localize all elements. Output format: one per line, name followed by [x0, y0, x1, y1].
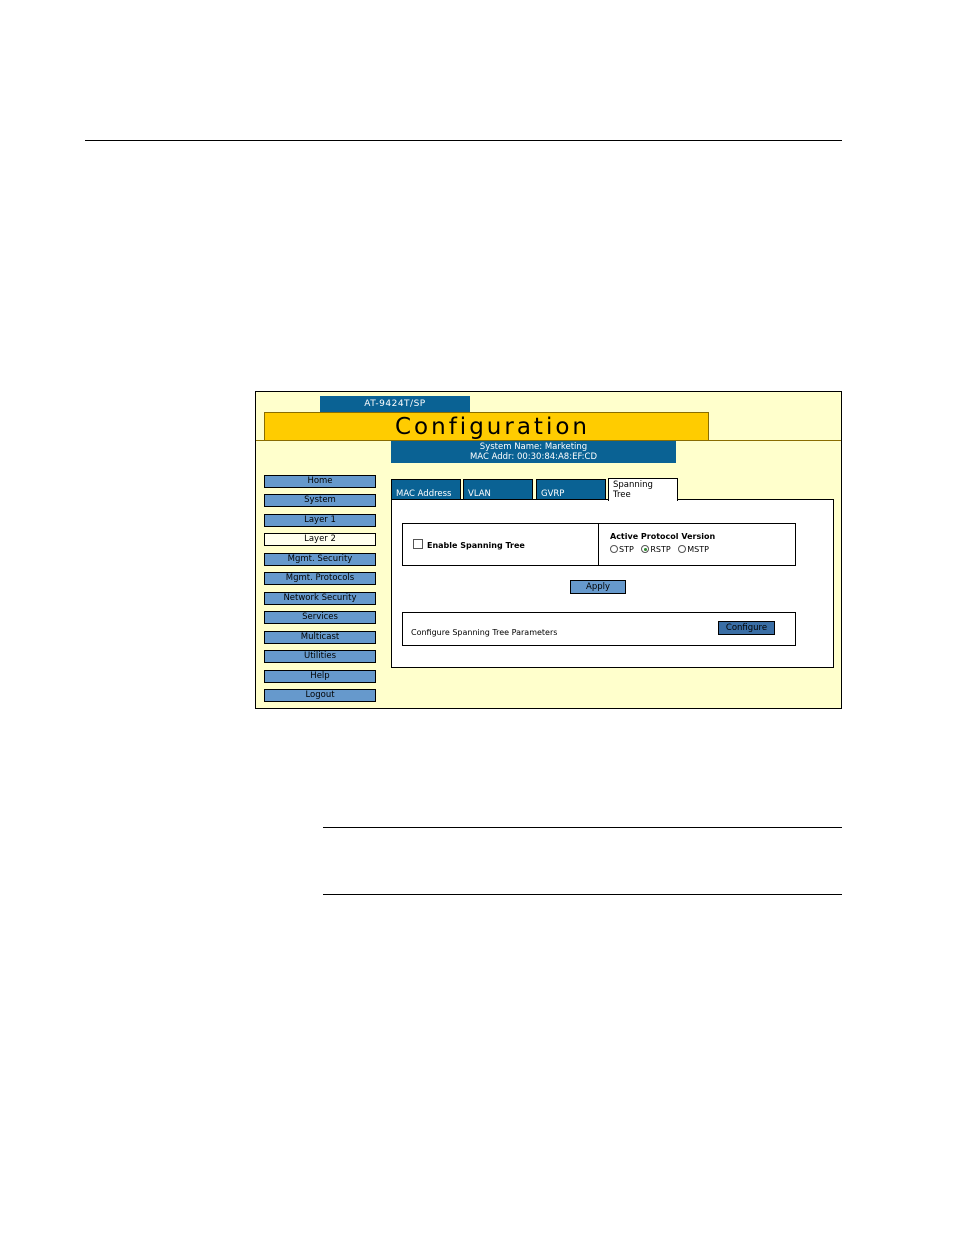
protocol-option-rstp[interactable]: RSTP	[641, 545, 671, 554]
tab-mac-address[interactable]: MAC Address	[391, 479, 461, 500]
mac-address: MAC Addr: 00:30:84:A8:EF:CD	[469, 452, 598, 462]
stp-settings-box: Enable Spanning Tree Active Protocol Ver…	[402, 523, 796, 566]
nav-layer2-button[interactable]: Layer 2	[264, 533, 376, 546]
nav-system-button[interactable]: System	[264, 494, 376, 507]
nav-multicast-button[interactable]: Multicast	[264, 631, 376, 644]
model-label: AT-9424T/SP	[320, 396, 470, 412]
enable-stp-row[interactable]: Enable Spanning Tree	[413, 539, 525, 550]
system-name: System Name: Marketing	[479, 442, 588, 452]
stp-radio-label: STP	[619, 545, 634, 554]
protocol-version-label: Active Protocol Version	[610, 532, 716, 541]
rstp-radio[interactable]	[641, 545, 650, 553]
stp-radio[interactable]	[610, 545, 618, 553]
page-title: Configuration	[395, 414, 590, 440]
stp-box-divider	[598, 524, 599, 565]
protocol-version-options: STP RSTP MSTP	[610, 545, 714, 554]
nav-home-button[interactable]: Home	[264, 475, 376, 488]
configure-button[interactable]: Configure	[718, 621, 775, 635]
enable-stp-label: Enable Spanning Tree	[427, 541, 525, 550]
nav-mgmt-protocols-button[interactable]: Mgmt. Protocols	[264, 572, 376, 585]
rstp-radio-label: RSTP	[650, 545, 671, 554]
configure-parameters-box: Configure Spanning Tree Parameters Confi…	[402, 612, 796, 646]
nav-utilities-button[interactable]: Utilities	[264, 650, 376, 663]
mstp-radio[interactable]	[678, 545, 687, 553]
note-divider-top	[323, 827, 842, 828]
nav-network-security-button[interactable]: Network Security	[264, 592, 376, 605]
note-divider-bottom	[323, 894, 842, 895]
top-divider	[85, 140, 842, 141]
tab-spanning-tree-line2: Tree	[613, 490, 631, 500]
configure-parameters-label: Configure Spanning Tree Parameters	[411, 628, 558, 637]
title-banner: Configuration	[264, 412, 709, 440]
protocol-option-stp[interactable]: STP	[610, 545, 634, 554]
nav-logout-button[interactable]: Logout	[264, 689, 376, 702]
web-ui-window: AT-9424T/SP Configuration System Name: M…	[255, 391, 842, 709]
tab-gvrp[interactable]: GVRP	[536, 479, 606, 500]
protocol-option-mstp[interactable]: MSTP	[678, 545, 709, 554]
apply-button[interactable]: Apply	[570, 580, 626, 594]
nav-layer1-button[interactable]: Layer 1	[264, 514, 376, 527]
spanning-tree-panel: Enable Spanning Tree Active Protocol Ver…	[391, 499, 834, 668]
nav-mgmt-security-button[interactable]: Mgmt. Security	[264, 553, 376, 566]
nav-help-button[interactable]: Help	[264, 670, 376, 683]
enable-stp-checkbox[interactable]	[413, 539, 423, 549]
system-info: System Name: Marketing MAC Addr: 00:30:8…	[391, 441, 676, 463]
tab-spanning-tree[interactable]: Spanning Tree	[608, 478, 678, 501]
nav-services-button[interactable]: Services	[264, 611, 376, 624]
mstp-radio-label: MSTP	[687, 545, 709, 554]
tab-vlan[interactable]: VLAN	[463, 479, 533, 500]
tab-spanning-tree-line1: Spanning	[613, 480, 653, 490]
